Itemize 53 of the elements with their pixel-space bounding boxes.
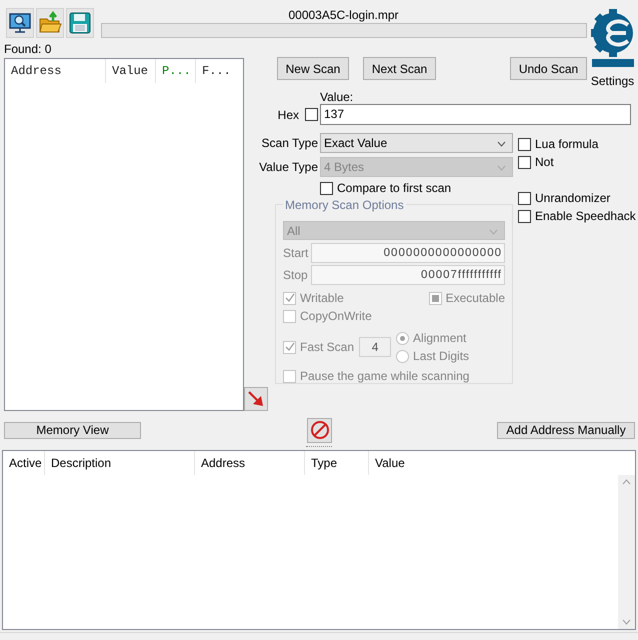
checkbox-label: Writable: [300, 291, 344, 305]
checkbox-label: Last Digits: [413, 349, 470, 363]
memory-view-button[interactable]: Memory View: [4, 422, 141, 438]
caret-icon: [497, 141, 506, 147]
field-label: Stop: [283, 268, 309, 282]
scroll-down-icon[interactable]: [622, 619, 631, 625]
monitor-magnifier-icon[interactable]: [6, 8, 34, 38]
column-header[interactable]: Value: [106, 59, 156, 83]
checkbox-label: Not: [535, 155, 554, 169]
value-label: Value:: [320, 91, 354, 104]
dropdown[interactable]: Exact Value: [320, 133, 513, 153]
field-label: Value Type: [258, 160, 318, 174]
checkbox-label: Lua formula: [535, 137, 598, 151]
field-label: Scan Type: [260, 136, 318, 150]
checkbox-label: Unrandomizer: [535, 191, 610, 205]
add-address-button[interactable]: Add Address Manually: [497, 422, 635, 438]
checkbox-label: Fast Scan: [300, 340, 354, 354]
column-header[interactable]: Value: [369, 451, 635, 475]
column-header[interactable]: Active: [3, 451, 45, 475]
scan-button[interactable]: Next Scan: [363, 57, 436, 80]
scrollbar[interactable]: [618, 475, 635, 629]
caret-icon: [489, 229, 498, 235]
checkbox-label: Pause the game while scanning: [300, 369, 470, 383]
checkbox-label: CopyOnWrite: [300, 309, 372, 323]
column-header[interactable]: Address: [195, 451, 305, 475]
checkbox-label: Compare to first scan: [337, 181, 452, 195]
caret-icon: [497, 165, 506, 171]
hex-label: Hex: [278, 108, 299, 122]
value-input[interactable]: 137: [320, 104, 631, 125]
clear-button[interactable]: [307, 418, 332, 442]
checkbox[interactable]: [518, 210, 531, 222]
scroll-up-icon[interactable]: [622, 479, 631, 485]
checkbox[interactable]: [518, 192, 531, 204]
column-header[interactable]: Description: [45, 451, 195, 475]
column-header[interactable]: P...: [156, 59, 196, 83]
scan-button[interactable]: Undo Scan: [510, 57, 587, 80]
checkbox[interactable]: [320, 182, 333, 194]
checkbox-label: Alignment: [413, 331, 466, 345]
scan-button[interactable]: New Scan: [277, 57, 349, 80]
checkbox-label: Enable Speedhack: [535, 209, 636, 223]
checkbox-label: Executable: [446, 291, 505, 305]
column-header[interactable]: Address: [5, 59, 106, 83]
checkbox[interactable]: [518, 138, 531, 150]
window-title: 00003A5C-login.mpr: [288, 8, 399, 22]
group-title: Memory Scan Options: [283, 198, 406, 212]
field-label: Start: [283, 246, 310, 260]
arrow-button[interactable]: [244, 387, 268, 411]
found-count: Found: 0: [3, 42, 52, 57]
column-header[interactable]: Type: [305, 451, 369, 475]
checkbox[interactable]: [518, 156, 531, 168]
checkbox[interactable]: [305, 108, 318, 121]
settings-link[interactable]: Settings: [590, 74, 634, 88]
column-header[interactable]: F...: [196, 59, 243, 83]
